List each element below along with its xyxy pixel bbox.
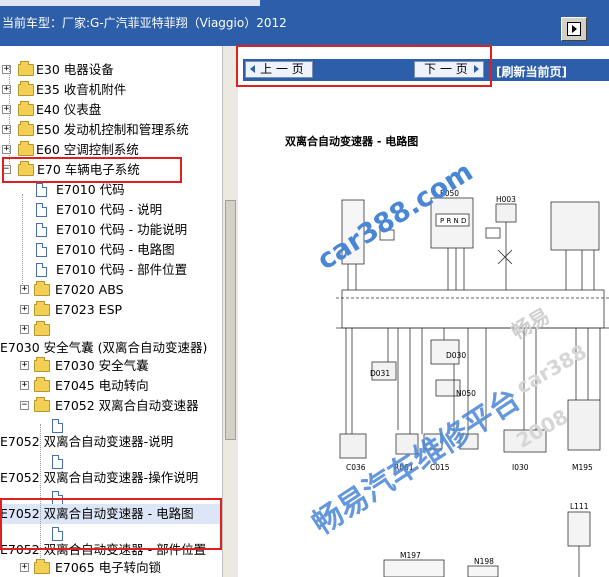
nav-highlight-box <box>236 45 492 87</box>
folder-icon <box>34 357 50 372</box>
tree-node[interactable]: + E7065 电子转向锁 <box>0 558 222 577</box>
gear-selector-letters: P R N D <box>440 217 466 225</box>
folder-icon <box>34 281 50 296</box>
tree-node[interactable]: − E7052 双离合自动变速器 <box>0 396 222 416</box>
arrow-right-icon <box>567 22 581 36</box>
label-e050: E050 <box>440 190 459 198</box>
expand-icon[interactable]: + <box>20 381 29 390</box>
tree-scrollbar[interactable] <box>222 46 238 577</box>
document-icon <box>52 419 63 433</box>
tree-label: E7052 双离合自动变速器 <box>55 398 199 413</box>
folder-open-icon <box>34 397 50 412</box>
folder-icon <box>18 141 34 156</box>
label-m197: M197 <box>400 551 421 560</box>
tree-node[interactable]: E7010 代码 <box>0 180 222 200</box>
header-bar: 当前车型：厂家:G-广汽菲亚特菲翔（Viaggio）2012 <box>0 0 609 46</box>
tree-label: E7023 ESP <box>55 302 123 317</box>
highlight-selected-circuit <box>0 498 222 550</box>
folder-icon <box>18 61 34 76</box>
expand-panel-button[interactable] <box>561 17 587 41</box>
tree-label: E7030 安全气囊 <box>55 358 149 373</box>
document-icon <box>36 243 47 257</box>
current-vehicle-label: 当前车型：厂家:G-广汽菲亚特菲翔（Viaggio）2012 <box>2 16 287 30</box>
tree-label: E7020 ABS <box>55 282 124 297</box>
scrollbar-thumb[interactable] <box>225 200 236 440</box>
label-d031: D031 <box>370 369 390 378</box>
document-icon <box>36 223 47 237</box>
tree-node[interactable]: + E7045 电动转向 <box>0 376 222 396</box>
folder-icon <box>18 121 34 136</box>
folder-icon <box>18 81 34 96</box>
tree-node[interactable]: + E40 仪表盘 <box>0 100 222 120</box>
header-strip <box>0 0 260 6</box>
label-c036: C036 <box>346 463 366 472</box>
document-icon <box>52 455 63 469</box>
tree-node[interactable]: E7010 代码 - 部件位置 <box>0 260 222 280</box>
tree-node[interactable]: E7010 代码 - 电路图 <box>0 240 222 260</box>
tree-leaf-title[interactable]: E7052 双离合自动变速器-操作说明 <box>0 468 222 488</box>
expand-icon[interactable]: + <box>20 325 29 334</box>
label-h003: H003 <box>496 195 516 204</box>
tree-label: E50 发动机控制和管理系统 <box>36 122 189 137</box>
folder-icon <box>18 101 34 116</box>
tree-node[interactable]: + E30 电器设备 <box>0 60 222 80</box>
refresh-page-link[interactable]: [刷新当前页] <box>496 63 567 80</box>
folder-icon <box>34 301 50 316</box>
tree-label: E7065 电子转向锁 <box>55 560 162 575</box>
folder-icon <box>34 377 50 392</box>
tree-label: E30 电器设备 <box>36 62 114 77</box>
tree-node[interactable]: + E7020 ABS <box>0 280 222 300</box>
tree-label: E7052 双离合自动变速器-操作说明 <box>0 470 199 485</box>
circuit-diagram: E050 P R N D H003 D031 D030 N050 C036 R0… <box>336 190 609 577</box>
tree-connector <box>22 194 24 286</box>
tree-node[interactable]: E7010 代码 - 说明 <box>0 200 222 220</box>
tree-label: E7010 代码 <box>56 182 125 197</box>
label-r061: R061 <box>394 463 414 472</box>
document-icon <box>36 183 47 197</box>
tree-node[interactable]: + E7023 ESP <box>0 300 222 320</box>
tree-label: E7030 安全气囊 (双离合自动变速器) <box>0 340 208 355</box>
collapse-icon[interactable]: − <box>20 401 29 410</box>
tree-label: E7010 代码 - 功能说明 <box>56 222 188 237</box>
tree-label: E35 收音机附件 <box>36 82 127 97</box>
label-n198: N198 <box>474 557 494 566</box>
tree-label: E7045 电动转向 <box>55 378 149 393</box>
label-l111: L111 <box>570 502 589 511</box>
label-d030: D030 <box>446 351 466 360</box>
expand-icon[interactable]: + <box>20 361 29 370</box>
highlight-e70 <box>2 157 182 183</box>
tree-node[interactable]: + E35 收音机附件 <box>0 80 222 100</box>
tree-leaf-title[interactable]: E7030 安全气囊 (双离合自动变速器) <box>0 338 222 358</box>
tree-label: E7010 代码 - 部件位置 <box>56 262 188 277</box>
tree-label: E7052 双离合自动变速器-说明 <box>0 434 174 449</box>
expand-icon[interactable]: + <box>20 305 29 314</box>
label-n050: N050 <box>456 389 476 398</box>
tree-label: E40 仪表盘 <box>36 102 102 117</box>
tree-node[interactable]: + E50 发动机控制和管理系统 <box>0 120 222 140</box>
label-m195: M195 <box>572 463 593 472</box>
tree-label: E7010 代码 - 电路图 <box>56 242 175 257</box>
label-c015: C015 <box>430 463 450 472</box>
label-i030: I030 <box>512 463 529 472</box>
document-icon <box>36 203 47 217</box>
tree-node[interactable]: E7010 代码 - 功能说明 <box>0 220 222 240</box>
document-icon <box>36 263 47 277</box>
tree-label: E7010 代码 - 说明 <box>56 202 163 217</box>
folder-icon <box>34 321 50 336</box>
document-title: 双离合自动变速器 - 电路图 <box>285 135 419 148</box>
tree-node[interactable]: + E7030 安全气囊 <box>0 356 222 376</box>
folder-icon <box>34 559 50 574</box>
expand-icon[interactable]: + <box>20 563 29 572</box>
expand-icon[interactable]: + <box>20 285 29 294</box>
tree-node[interactable]: + <box>0 320 222 340</box>
tree-connector <box>9 66 11 166</box>
tree-leaf-title[interactable]: E7052 双离合自动变速器-说明 <box>0 432 222 452</box>
